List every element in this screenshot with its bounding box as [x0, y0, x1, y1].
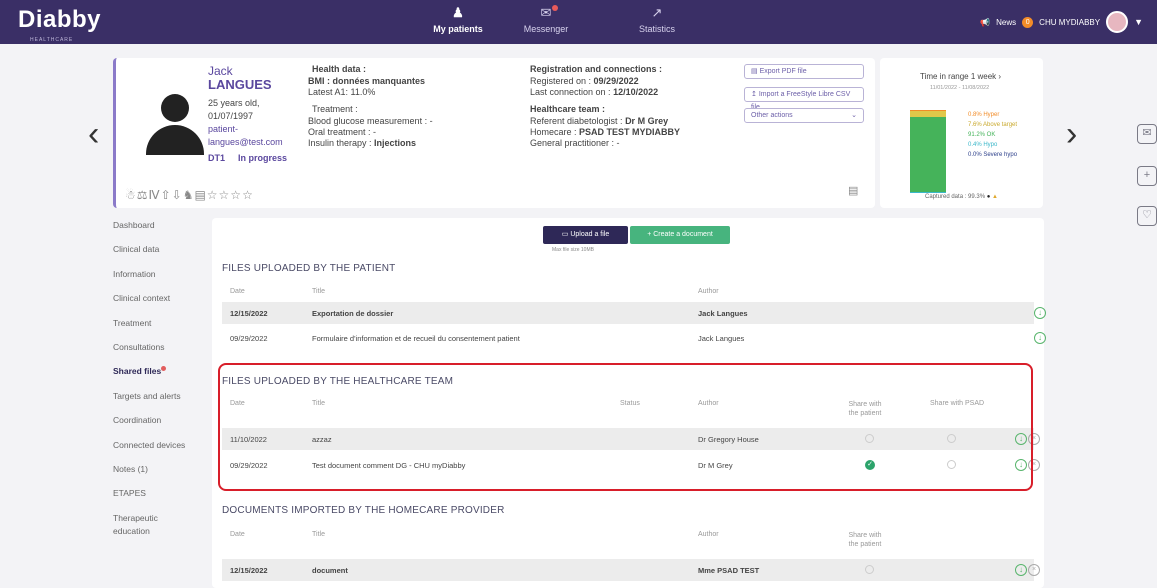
bmi-value: BMI : données manquantes: [308, 76, 426, 86]
create-document-button[interactable]: + Create a document: [630, 226, 730, 244]
tir-stacked-bar: [910, 110, 946, 192]
nav-my-patients[interactable]: ♟ My patients: [418, 0, 498, 44]
export-pdf-button[interactable]: ▤ Export PDF file: [744, 64, 864, 79]
patient-files-header: Date Title Author: [230, 288, 719, 295]
registered-on: Registered on : 09/29/2022: [530, 76, 639, 86]
homecare-provider: Homecare : PSAD TEST MYDIABBY: [530, 127, 681, 137]
patient-age: 25 years old,: [208, 98, 260, 108]
homecare-docs-header: Date Title Author Share with the patient: [230, 531, 882, 548]
download-icon[interactable]: ↓: [1034, 332, 1046, 344]
menu-coordination[interactable]: Coordination: [113, 413, 208, 437]
table-row[interactable]: 09/29/2022 Formulaire d'information et d…: [222, 327, 1046, 349]
patient-birthdate: 01/07/1997: [208, 111, 254, 121]
tir-hyper: 0.8% Hyper: [968, 112, 1000, 118]
nav-messenger[interactable]: ✉ Messenger: [506, 0, 586, 44]
menu-clinical-data[interactable]: Clinical data: [113, 242, 208, 266]
menu-treatment[interactable]: Treatment: [113, 316, 208, 340]
add-document-icon[interactable]: +: [1137, 166, 1157, 186]
megaphone-icon[interactable]: 📢: [980, 18, 990, 27]
menu-clinical-context[interactable]: Clinical context: [113, 291, 208, 315]
tir-hypo: 0.4% Hypo: [968, 142, 998, 148]
unread-dot: [552, 5, 558, 11]
diabetes-type: DT1: [208, 153, 226, 163]
heart-icon[interactable]: ♡: [1137, 206, 1157, 226]
upload-icon: ↥: [751, 91, 759, 98]
news-link[interactable]: News: [996, 18, 1016, 27]
menu-shared-files[interactable]: Shared files: [113, 364, 208, 388]
healthcare-team-title: Healthcare team :: [530, 104, 606, 114]
referent-diabetologist: Referent diabetologist : Dr M Grey: [530, 116, 669, 126]
homecare-docs-title: DOCUMENTS IMPORTED BY THE HOMECARE PROVI…: [222, 505, 505, 516]
patient-email-2[interactable]: langues@test.com: [208, 137, 283, 147]
message-icon[interactable]: ✉: [1137, 124, 1157, 144]
users-icon: ♟: [452, 5, 464, 20]
menu-notes[interactable]: Notes (1): [113, 462, 208, 486]
tir-ok-segment: [910, 116, 946, 192]
other-actions-dropdown[interactable]: Other actions ⌄: [744, 108, 864, 123]
delete-icon[interactable]: ×: [1028, 564, 1040, 576]
oral-treatment: Oral treatment : -: [308, 127, 377, 137]
patient-email-1[interactable]: patient-: [208, 124, 238, 134]
share-patient-toggle[interactable]: [865, 565, 874, 574]
download-icon[interactable]: ↓: [1015, 564, 1027, 576]
pdf-icon: ▤: [751, 68, 760, 75]
upload-size-hint: Max file size 10MB: [552, 247, 594, 253]
tir-ok: 91.2% OK: [968, 132, 996, 138]
patient-avatar: [144, 94, 206, 156]
registration-title: Registration and connections :: [530, 64, 663, 74]
patient-card: Jack LANGUES 25 years old, 01/07/1997 pa…: [113, 58, 875, 208]
account-name[interactable]: CHU MYDIABBY: [1039, 18, 1100, 27]
tir-severe-hypo: 0.0% Severe hypo: [968, 152, 1018, 158]
menu-etapes[interactable]: ETAPES: [113, 486, 208, 510]
patient-status: In progress: [238, 153, 288, 163]
download-icon[interactable]: ↓: [1034, 307, 1046, 319]
glucose-measurement: Blood glucose measurement : -: [308, 116, 433, 126]
general-practitioner: General practitioner : -: [530, 138, 620, 148]
calendar-icon[interactable]: ▤: [848, 184, 858, 197]
notification-dot: [161, 365, 167, 371]
menu-information[interactable]: Information: [113, 267, 208, 291]
treatment-title: Treatment :: [312, 104, 358, 114]
menu-therapeutic-education[interactable]: Therapeutic: [113, 511, 208, 524]
news-count-badge: 0: [1022, 16, 1034, 28]
chevron-down-icon: ⌄: [851, 112, 857, 119]
user-avatar[interactable]: [1106, 11, 1129, 33]
menu-connected-devices[interactable]: Connected devices: [113, 438, 208, 462]
table-row[interactable]: 12/15/2022 document Mme PSAD TEST ↓ ×: [222, 559, 1040, 581]
nav-statistics[interactable]: ↗ Statistics: [617, 0, 697, 44]
patient-last-name: LANGUES: [208, 77, 272, 92]
menu-dashboard[interactable]: Dashboard: [113, 218, 208, 242]
menu-targets-alerts[interactable]: Targets and alerts: [113, 389, 208, 413]
import-csv-button[interactable]: ↥ Import a FreeStyle Libre CSV file: [744, 87, 864, 111]
chat-icon: ✉: [540, 5, 552, 20]
next-patient-arrow[interactable]: ›: [1066, 117, 1077, 151]
top-navigation-bar: Diabby HEALTHCARE ♟ My patients ✉ Messeng…: [0, 0, 1157, 44]
last-connection: Last connection on : 12/10/2022: [530, 87, 659, 97]
tir-date-range: 11/01/2022 - 11/08/2022: [930, 85, 990, 91]
insulin-therapy: Insulin therapy : Injections: [308, 138, 417, 148]
captured-data: Captured data : 99.3% ● ▲: [925, 194, 998, 200]
table-row[interactable]: 12/15/2022 Exportation de dossier Jack L…: [222, 302, 1046, 324]
health-data-title: Health data :: [312, 64, 367, 74]
chevron-down-icon[interactable]: ▼: [1134, 17, 1143, 27]
patient-files-title: FILES UPLOADED BY THE PATIENT: [222, 263, 396, 274]
previous-patient-arrow[interactable]: ‹: [88, 117, 99, 151]
menu-consultations[interactable]: Consultations: [113, 340, 208, 364]
chart-icon: ↗: [651, 5, 663, 20]
patient-tools-icons[interactable]: ☃⚖Ⅳ⇧⇩♞▤☆☆☆☆: [125, 188, 254, 202]
time-in-range-card[interactable]: Time in range 1 week › 11/01/2022 - 11/0…: [880, 58, 1043, 208]
patient-menu: Dashboard Clinical data Information Clin…: [113, 218, 208, 548]
tir-above: 7.6% Above target: [968, 122, 1018, 128]
a1c-value: Latest A1: 11.0%: [308, 87, 376, 97]
upload-file-button[interactable]: ▭ Upload a file: [543, 226, 628, 244]
patient-first-name: Jack: [208, 64, 233, 78]
diabby-logo[interactable]: Diabby HEALTHCARE: [18, 6, 101, 43]
highlight-outline: [218, 363, 1033, 491]
tir-title[interactable]: Time in range 1 week ›: [920, 72, 1001, 81]
menu-therapeutic-education-2[interactable]: education: [113, 524, 208, 548]
